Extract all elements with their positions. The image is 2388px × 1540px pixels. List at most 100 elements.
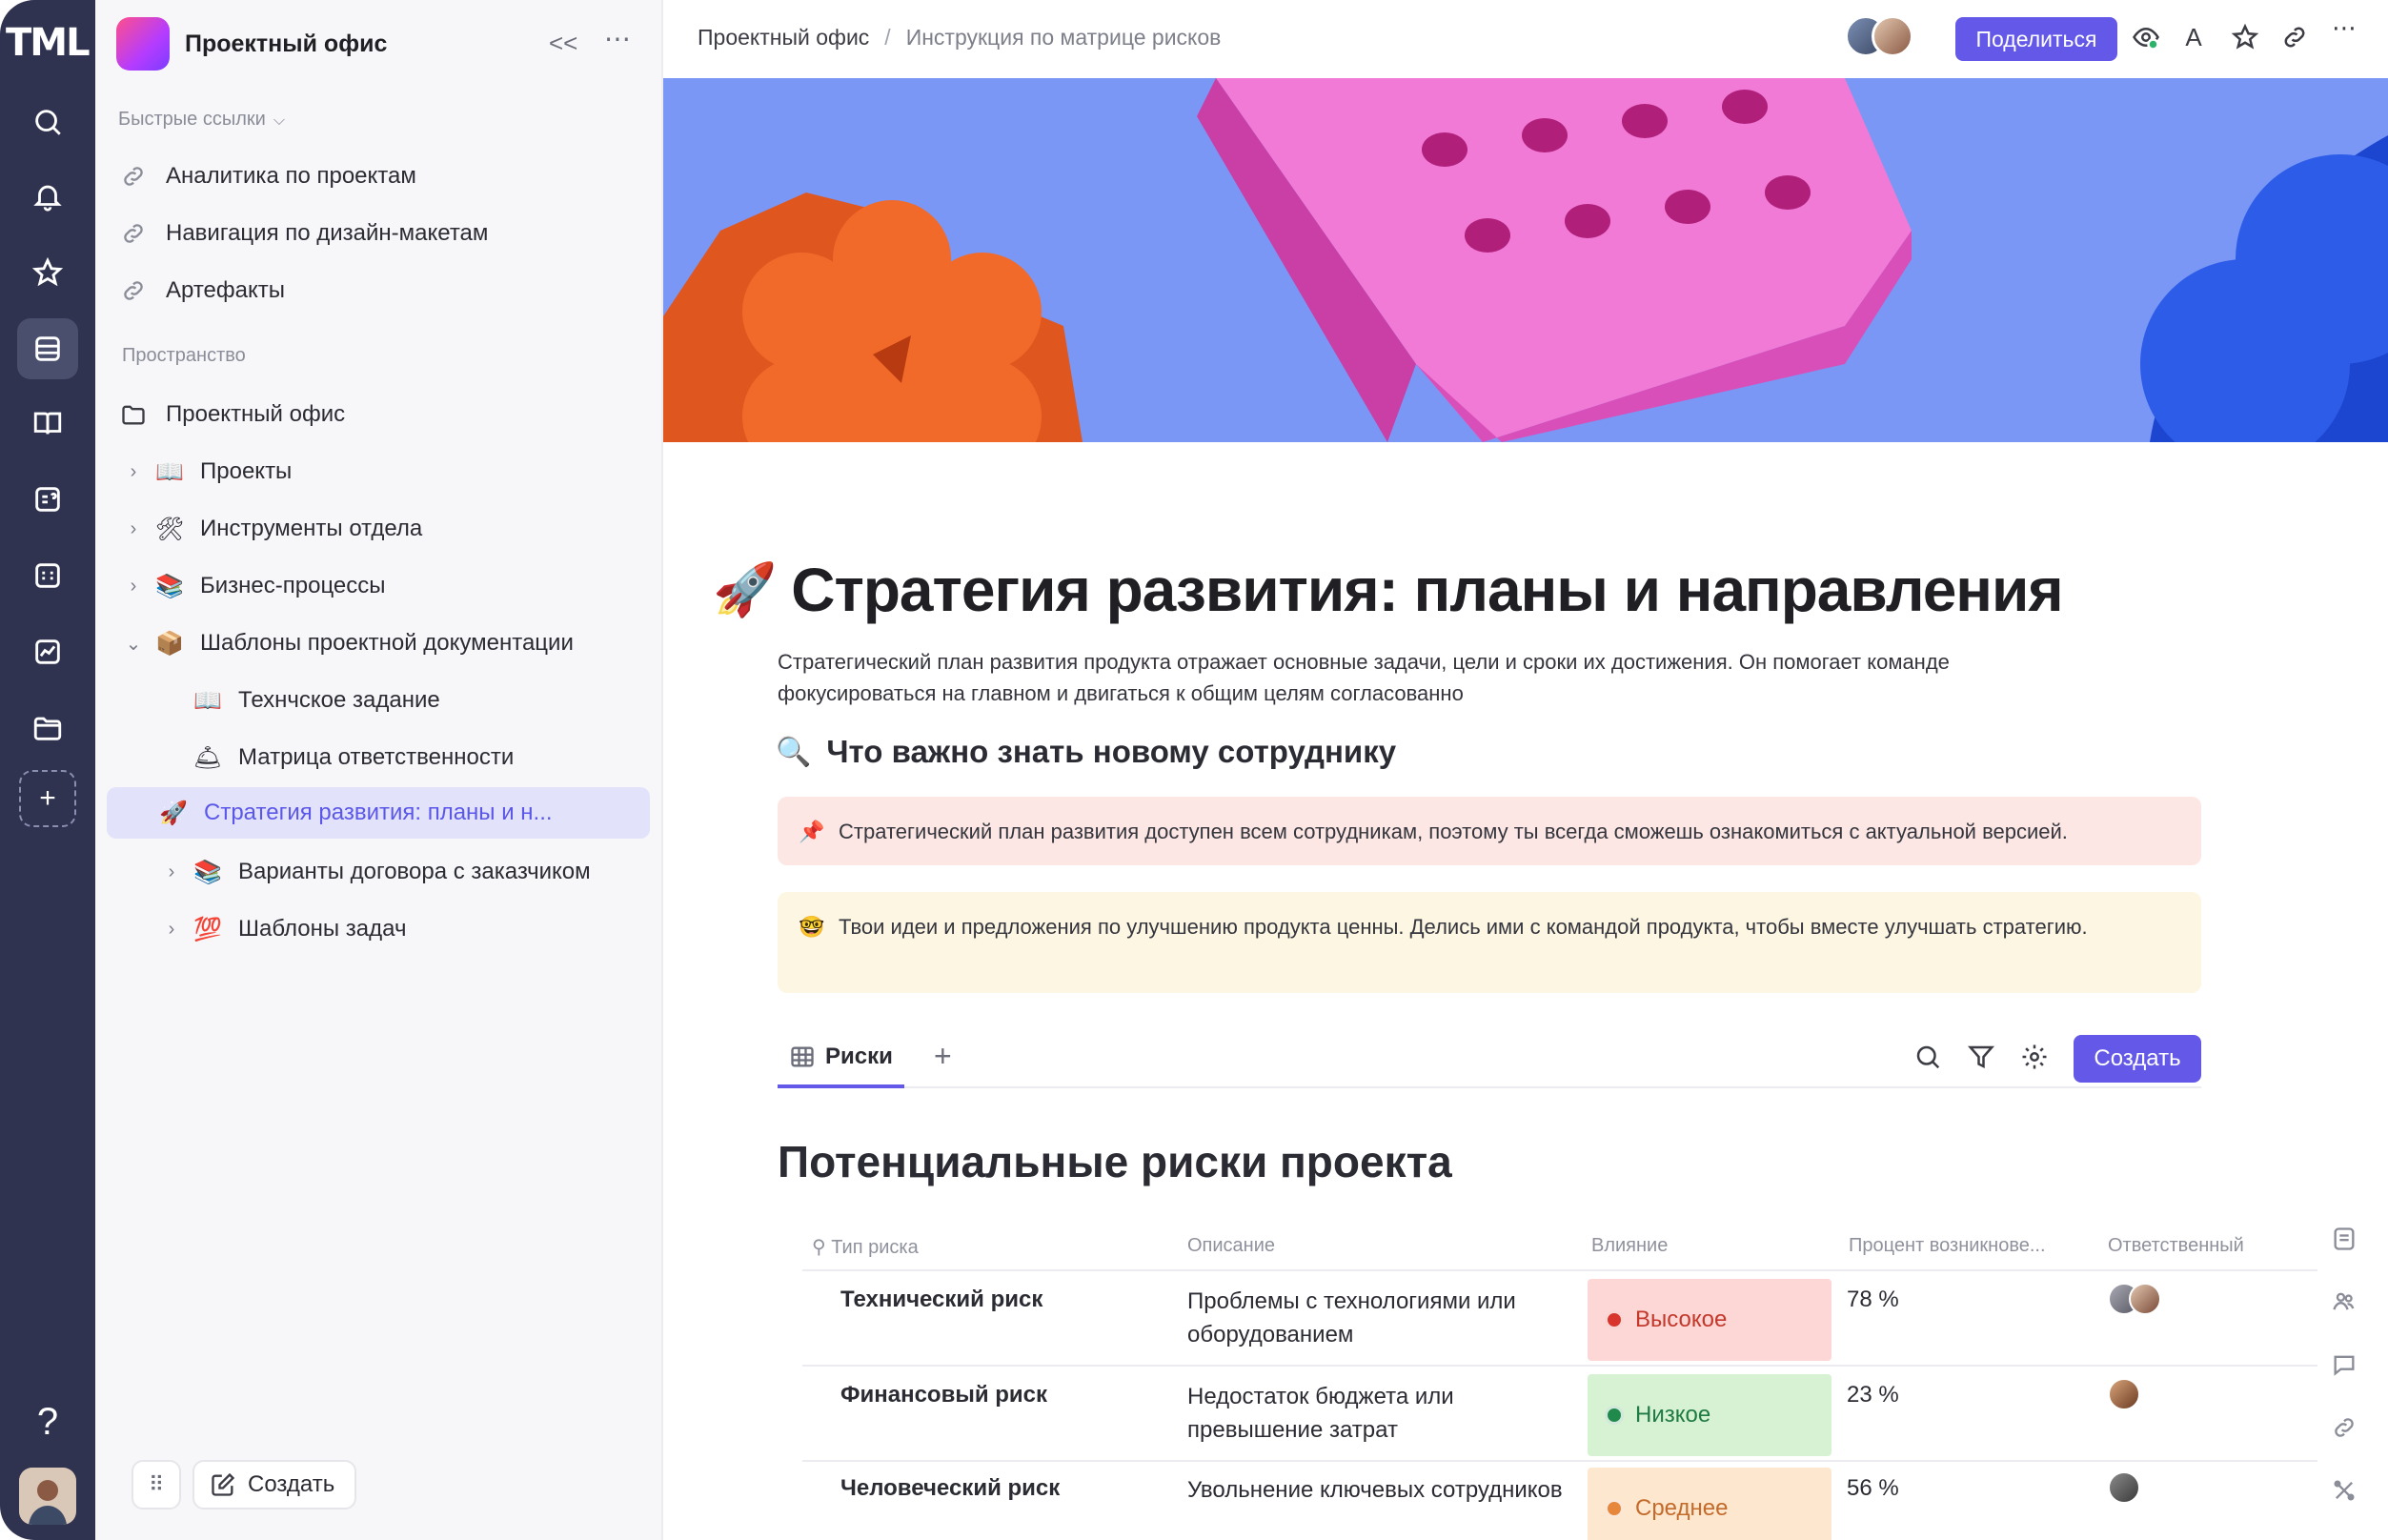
column-header-percent[interactable]: Процент возникнове... xyxy=(1849,1235,2046,1257)
tools-emoji-icon: 🛠 xyxy=(154,516,185,542)
tree-item-tools[interactable]: › 🛠 Инструменты отдела xyxy=(120,503,644,555)
comment-icon[interactable] xyxy=(2331,1351,2361,1382)
chevron-right-icon[interactable]: › xyxy=(158,919,185,941)
table-icon xyxy=(791,1046,814,1067)
add-view-button[interactable]: + xyxy=(934,1039,952,1074)
help-button[interactable]: ? xyxy=(19,1393,76,1450)
create-page-button[interactable]: Создать xyxy=(192,1460,356,1510)
tree-item-templates[interactable]: ⌄ 📦 Шаблоны проектной документации xyxy=(120,618,644,669)
table-title: Потенциальные риски проекта xyxy=(778,1137,1452,1186)
outline-icon[interactable] xyxy=(2331,1226,2361,1256)
users-icon[interactable] xyxy=(2331,1288,2361,1319)
nav-item-label: Навигация по дизайн-макетам xyxy=(166,220,489,246)
watch-icon[interactable] xyxy=(2131,23,2161,53)
folder-icon xyxy=(122,405,145,425)
section-heading: 🔍 Что важно знать новому сотруднику xyxy=(776,734,1397,769)
quick-link-analytics[interactable]: Аналитика по проектам xyxy=(120,151,644,202)
chevron-right-icon[interactable]: › xyxy=(120,461,147,483)
chart-icon[interactable] xyxy=(17,621,78,682)
tree-item-projects[interactable]: › 📖 Проекты xyxy=(120,446,644,497)
collapse-sidebar-button[interactable]: << xyxy=(549,29,577,58)
folder-icon[interactable] xyxy=(17,698,78,759)
column-header-description[interactable]: Описание xyxy=(1187,1235,1275,1257)
apps-grid-button[interactable]: ⠿ xyxy=(132,1460,181,1510)
add-space-button[interactable]: + xyxy=(19,770,76,827)
nav-item-label: Варианты договора с заказчиком xyxy=(238,859,591,884)
tree-item-tech-spec[interactable]: 📖 Технчское задание xyxy=(158,675,644,726)
main-content: Проектный офис / Инструкция по матрице рис… xyxy=(663,0,2388,1540)
impact-badge[interactable]: Низкое xyxy=(1588,1374,1831,1456)
share-button[interactable]: Поделиться xyxy=(1955,17,2117,61)
wiki-icon[interactable] xyxy=(17,469,78,530)
tree-item-responsibility[interactable]: 🛎 Матрица ответственности xyxy=(158,732,644,783)
risk-type: Финансовый риск xyxy=(840,1382,1048,1408)
font-settings-icon[interactable]: A xyxy=(2178,23,2209,53)
column-header-type[interactable]: ⚲ Тип риска xyxy=(812,1235,919,1259)
quick-links-label[interactable]: Быстрые ссылки ⌵ xyxy=(118,109,285,131)
owner-avatars[interactable] xyxy=(2108,1283,2184,1321)
rocket-emoji-icon: 🚀 xyxy=(159,800,188,826)
quick-link-artifacts[interactable]: Артефакты xyxy=(120,265,644,316)
avatar xyxy=(2108,1378,2140,1410)
create-record-button[interactable]: Создать xyxy=(2074,1035,2201,1083)
more-icon[interactable]: ⋯ xyxy=(2329,13,2359,44)
quick-link-design[interactable]: Навигация по дизайн-макетам xyxy=(120,208,644,259)
gear-icon[interactable] xyxy=(2020,1043,2053,1075)
status-dot-icon xyxy=(1605,1310,1624,1329)
table-row[interactable]: Человеческий риск Увольнение ключевых со… xyxy=(802,1462,2317,1540)
table-row[interactable]: Технический риск Проблемы с технологиями… xyxy=(802,1273,2317,1367)
risk-description: Увольнение ключевых сотрудников xyxy=(1187,1477,1563,1503)
owner-avatars[interactable] xyxy=(2108,1471,2184,1510)
bell-icon[interactable] xyxy=(17,166,78,227)
tree-item-project-office[interactable]: Проектный офис xyxy=(120,389,644,440)
link-icon xyxy=(124,281,143,300)
tools-icon[interactable] xyxy=(2331,1477,2361,1508)
magnifier-emoji-icon: 🔍 xyxy=(776,736,812,768)
column-header-owner[interactable]: Ответственный xyxy=(2108,1235,2244,1257)
chevron-down-icon[interactable]: ⌄ xyxy=(120,632,147,656)
nav-item-label: Шаблоны проектной документации xyxy=(200,630,574,656)
nav-item-label: Матрица ответственности xyxy=(238,744,515,770)
link-icon[interactable] xyxy=(2279,23,2310,53)
star-icon[interactable] xyxy=(2230,23,2260,53)
box-emoji-icon: 📦 xyxy=(155,630,184,657)
tree-item-task-templates[interactable]: › 💯 Шаблоны задач xyxy=(158,903,644,955)
impact-badge[interactable]: Среднее xyxy=(1588,1468,1831,1540)
workspace-title: Проектный офис xyxy=(185,30,388,57)
tree-item-processes[interactable]: › 📚 Бизнес-процессы xyxy=(120,560,644,612)
nerd-emoji-icon: 🤓 xyxy=(799,915,825,939)
chevron-right-icon[interactable]: › xyxy=(158,861,185,883)
breadcrumb-current[interactable]: Инструкция по матрице рисков xyxy=(906,25,1222,50)
user-avatar[interactable] xyxy=(19,1468,76,1525)
hundred-emoji-icon: 💯 xyxy=(193,916,222,942)
chevron-right-icon[interactable]: › xyxy=(120,576,147,598)
app-logo[interactable]: TML xyxy=(6,21,91,65)
risk-type: Человеческий риск xyxy=(840,1475,1061,1501)
page-lead-text: Стратегический план развития продукта от… xyxy=(778,650,1950,705)
column-header-impact[interactable]: Влияние xyxy=(1591,1235,1668,1257)
tree-item-contracts[interactable]: › 📚 Варианты договора с заказчиком xyxy=(158,846,644,898)
table-icon[interactable] xyxy=(17,545,78,606)
page-title[interactable]: 🚀 Стратегия развития: планы и направлени… xyxy=(713,555,2064,625)
impact-badge[interactable]: Высокое xyxy=(1588,1279,1831,1361)
book-icon[interactable] xyxy=(17,393,78,454)
docs-icon[interactable] xyxy=(17,318,78,379)
callout-info: 📌 Стратегический план развития доступен … xyxy=(778,797,2201,865)
workspace-more-button[interactable]: ⋯ xyxy=(604,23,632,54)
tree-item-strategy[interactable]: 🚀 Стратегия развития: планы и н... xyxy=(107,787,650,839)
table-row[interactable]: Финансовый риск Недостаток бюджета или п… xyxy=(802,1368,2317,1462)
avatar xyxy=(1872,15,1913,57)
breadcrumb-item[interactable]: Проектный офис xyxy=(698,25,869,50)
search-icon[interactable] xyxy=(17,91,78,152)
collaborator-avatars[interactable] xyxy=(1845,15,1921,59)
chevron-right-icon[interactable]: › xyxy=(120,518,147,540)
tab-risks[interactable]: Риски xyxy=(778,1029,904,1088)
search-icon[interactable] xyxy=(1913,1043,1946,1075)
table-header: ⚲ Тип риска Описание Влияние Процент воз… xyxy=(802,1224,2317,1271)
workspace-header[interactable]: Проектный офис << ⋯ xyxy=(116,17,650,71)
nav-item-label: Технчское задание xyxy=(238,687,440,713)
owner-avatars[interactable] xyxy=(2108,1378,2184,1416)
star-icon[interactable] xyxy=(17,242,78,303)
filter-icon[interactable] xyxy=(1967,1043,1999,1075)
link-icon[interactable] xyxy=(2331,1414,2361,1445)
